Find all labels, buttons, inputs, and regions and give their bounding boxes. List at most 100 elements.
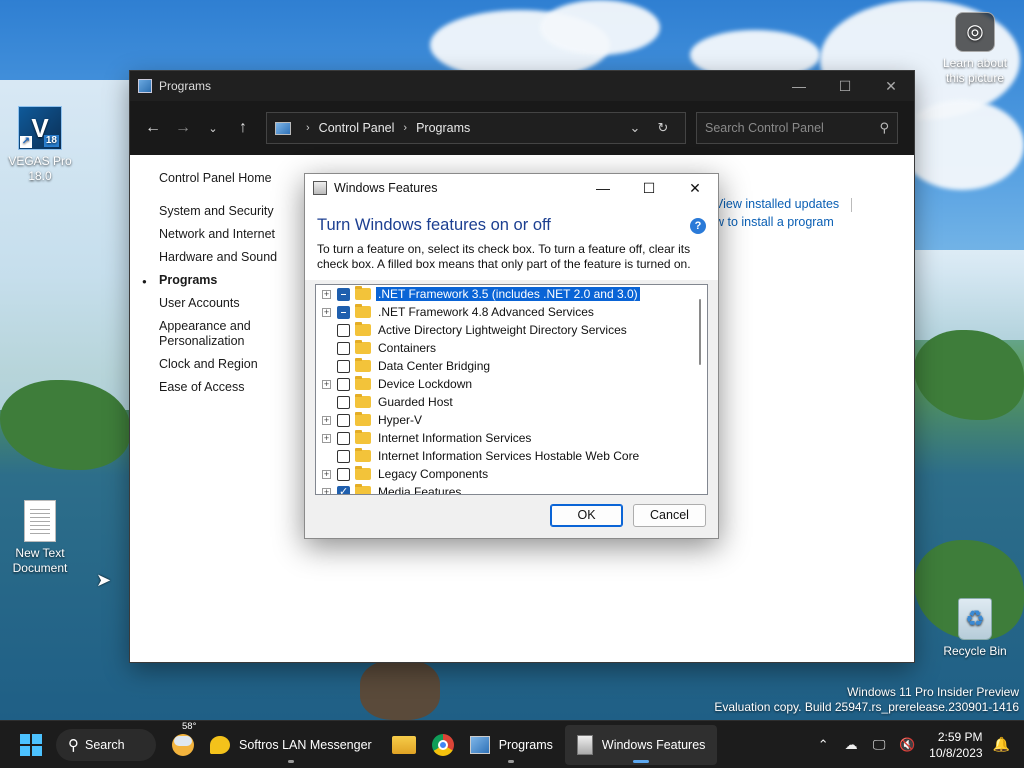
taskbar-windows-features[interactable]: Windows Features [564,724,718,765]
programs-task-links: View installed updates w to install a pr… [715,195,853,231]
nav-appearance-and-personalization[interactable]: Appearance and Personalization [159,319,269,349]
feature-checkbox[interactable] [337,323,350,337]
text-document-icon [24,500,56,542]
feature-row[interactable]: + Device Lockdown [316,375,693,393]
control-panel-titlebar[interactable]: Programs — ☐ ✕ [130,71,914,101]
feature-checkbox[interactable] [337,287,350,301]
expand-plus-icon[interactable]: + [322,469,331,479]
taskbar-messenger-label: Softros LAN Messenger [239,737,372,752]
weather-widget[interactable]: 58° [166,721,202,765]
maximize-button[interactable]: ☐ [822,71,868,101]
nav-programs[interactable]: Programs [142,273,299,289]
feature-tree-scrollbar[interactable] [693,285,707,494]
feature-row[interactable]: + Hyper-V [316,411,693,429]
feature-label: Hyper-V [378,413,423,427]
network-icon[interactable]: 🖵 [865,737,893,753]
taskbar-file-explorer[interactable] [386,725,422,765]
feature-checkbox[interactable] [337,449,350,463]
breadcrumb-separator-icon: › [403,122,408,134]
onedrive-icon[interactable]: ☁ [837,737,865,753]
feature-row[interactable]: Internet Information Services Hostable W… [316,447,693,465]
address-bar[interactable]: › Control Panel › Programs ⌄ ↻ [266,112,686,144]
recycle-bin-icon: ♻ [958,598,992,640]
feature-checkbox[interactable] [337,341,350,355]
nav-hardware-and-sound[interactable]: Hardware and Sound [159,250,299,265]
feature-row[interactable]: + Legacy Components [316,465,693,483]
feature-checkbox[interactable] [337,377,350,391]
feature-row[interactable]: + Internet Information Services [316,429,693,447]
taskbar-programs[interactable]: Programs [464,725,559,765]
taskbar-search[interactable]: ⚲ Search [56,728,156,761]
chrome-icon [431,733,454,756]
dialog-header-area: Turn Windows features on or off ? To tur… [305,202,718,280]
taskbar-clock[interactable]: 2:59 PM 10/8/2023 [929,729,982,761]
start-button[interactable] [14,725,48,765]
back-arrow-icon[interactable]: ← [138,113,168,143]
feature-row[interactable]: + .NET Framework 3.5 (includes .NET 2.0 a… [316,285,693,303]
close-button[interactable]: ✕ [868,71,914,101]
view-installed-updates-link[interactable]: View installed updates [715,197,839,211]
folder-icon [355,448,371,462]
breadcrumb-control-panel[interactable]: Control Panel [319,121,395,135]
forward-arrow-icon[interactable]: → [168,113,198,143]
nav-user-accounts[interactable]: User Accounts [159,296,299,311]
feature-row[interactable]: + .NET Framework 4.8 Advanced Services [316,303,693,321]
address-dropdown-chevron-icon[interactable]: ⌄ [621,120,649,136]
feature-checkbox[interactable] [337,395,350,409]
expand-plus-icon[interactable]: + [322,289,331,299]
dialog-maximize-button[interactable]: ☐ [626,174,672,202]
feature-row[interactable]: Active Directory Lightweight Directory S… [316,321,693,339]
feature-checkbox[interactable] [337,413,350,427]
help-icon[interactable]: ? [690,218,706,234]
nav-ease-of-access[interactable]: Ease of Access [159,380,299,395]
vegas-label-line1: VEGAS Pro [8,154,72,168]
folder-icon [355,376,371,390]
refresh-icon[interactable]: ↻ [649,120,677,136]
windows-features-titlebar[interactable]: Windows Features — ☐ ✕ [305,174,718,202]
feature-row[interactable]: Containers [316,339,693,357]
dialog-buttons: OK Cancel [305,492,718,538]
desktop-icon-new-text-document[interactable]: New Text Document [0,500,80,576]
desktop-icon-learn-about-picture[interactable]: ◎ Learn about this picture [935,12,1015,86]
desktop-icon-recycle-bin[interactable]: ♻ Recycle Bin [935,598,1015,659]
search-input[interactable] [705,121,880,135]
dialog-minimize-button[interactable]: — [580,174,626,202]
notification-bell-icon[interactable]: 🔔 [993,736,1010,753]
feature-label: Internet Information Services [378,431,532,445]
show-hidden-icons-chevron-icon[interactable]: ⌃ [809,737,837,753]
scrollbar-thumb[interactable] [699,299,701,365]
dialog-close-button[interactable]: ✕ [672,174,718,202]
control-panel-home-link[interactable]: Control Panel Home [159,171,299,186]
expand-plus-icon[interactable]: + [322,415,331,425]
ok-button[interactable]: OK [550,503,623,527]
cancel-button[interactable]: Cancel [633,503,706,527]
feature-row[interactable]: Data Center Bridging [316,357,693,375]
how-to-install-program-link[interactable]: w to install a program [715,215,834,229]
taskbar-softros-messenger[interactable]: Softros LAN Messenger [204,725,378,765]
textdoc-label-line1: New Text [15,546,65,560]
link-divider [851,197,853,212]
feature-checkbox[interactable] [337,359,350,373]
expand-plus-icon[interactable]: + [322,433,331,443]
minimize-button[interactable]: — [776,71,822,101]
nav-network-and-internet[interactable]: Network and Internet [159,227,299,242]
breadcrumb-programs[interactable]: Programs [416,121,470,135]
feature-row[interactable]: Guarded Host [316,393,693,411]
feature-checkbox[interactable] [337,431,350,445]
nav-system-and-security[interactable]: System and Security [159,204,299,219]
feature-tree[interactable]: + .NET Framework 3.5 (includes .NET 2.0 a… [315,284,708,495]
taskbar-chrome[interactable] [426,725,460,765]
volume-muted-icon[interactable]: 🔇 [893,737,921,753]
expand-plus-icon[interactable]: + [322,307,331,317]
search-icon[interactable]: ⚲ [879,120,889,136]
feature-checkbox[interactable] [337,305,350,319]
expand-plus-icon[interactable]: + [322,379,331,389]
feature-label: Containers [378,341,437,355]
search-control-panel[interactable]: ⚲ [696,112,898,144]
nav-clock-and-region[interactable]: Clock and Region [159,357,299,372]
feature-checkbox[interactable] [337,467,350,481]
recent-locations-chevron-icon[interactable]: ⌄ [198,113,228,143]
up-arrow-icon[interactable]: ↑ [228,113,258,143]
desktop-icon-vegas-pro[interactable]: V 18 ↗ VEGAS Pro 18.0 [0,106,80,184]
feature-label: Legacy Components [378,467,489,481]
